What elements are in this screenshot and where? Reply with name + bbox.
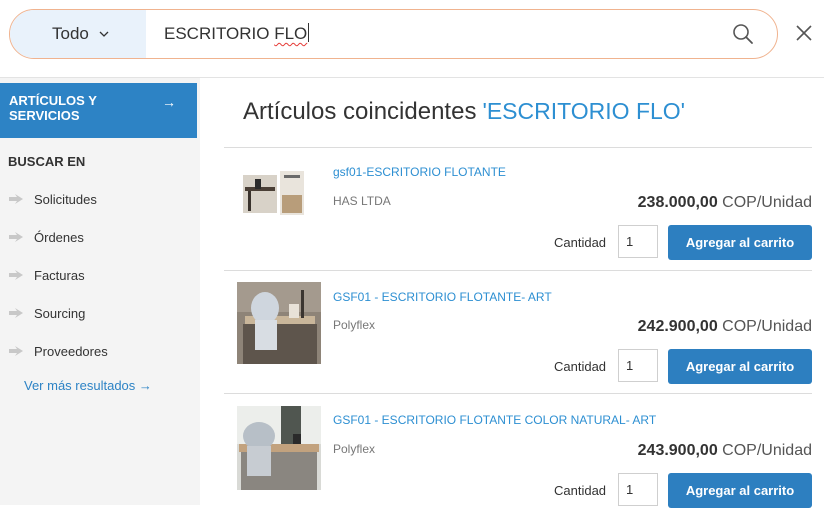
scope-label: Todo (52, 24, 89, 43)
product-price: 238.000,00 COP/Unidad (638, 194, 812, 212)
pointing-hand-icon (9, 270, 23, 280)
product-image (237, 282, 321, 364)
product-name-link[interactable]: GSF01 - ESCRITORIO FLOTANTE COLOR NATURA… (333, 413, 656, 427)
product-vendor: Polyflex (333, 318, 376, 332)
quantity-field[interactable]: 1 (618, 473, 658, 506)
quantity-label: Cantidad (554, 483, 607, 498)
product-price: 242.900,00 COP/Unidad (638, 318, 812, 336)
add-to-cart-button[interactable]: Agregar al carrito (668, 473, 812, 508)
arrow-right-icon: → (162, 94, 176, 110)
quantity-field[interactable]: 1 (618, 349, 658, 382)
pointing-hand-icon (9, 194, 23, 204)
divider (224, 270, 812, 271)
sidebar-item-label: Proveedores (34, 343, 108, 359)
product-vendor: HAS LTDA (333, 194, 391, 208)
sidebar-item-ordenes[interactable]: Órdenes (8, 227, 84, 247)
quantity-label: Cantidad (554, 359, 607, 374)
price-unit: COP/Unidad (722, 194, 812, 211)
close-icon[interactable] (795, 24, 813, 42)
sidebar-active-label: ARTÍCULOS Y SERVICIOS (9, 93, 97, 123)
sidebar-item-sourcing[interactable]: Sourcing (8, 303, 85, 323)
search-query-text: ESCRITORIO (164, 24, 275, 43)
sidebar-item-articulos-servicios[interactable]: ARTÍCULOS Y SERVICIOS → (0, 83, 197, 138)
text-caret (308, 23, 310, 42)
product-price: 243.900,00 COP/Unidad (638, 442, 812, 460)
sidebar-item-proveedores[interactable]: Proveedores (8, 341, 108, 361)
search-query-misspelled: FLO (274, 24, 308, 43)
divider (224, 147, 812, 148)
product-vendor: Polyflex (333, 442, 376, 456)
add-to-cart-button[interactable]: Agregar al carrito (668, 225, 812, 260)
price-value: 238.000,00 (637, 194, 718, 211)
pointing-hand-icon (9, 346, 23, 356)
sidebar-item-solicitudes[interactable]: Solicitudes (8, 189, 97, 209)
price-value: 243.900,00 (637, 442, 718, 459)
sidebar-item-label: Facturas (34, 267, 85, 283)
product-thumbnail[interactable] (240, 167, 306, 219)
price-unit: COP/Unidad (722, 442, 812, 459)
scope-dropdown[interactable]: Todo (10, 10, 146, 58)
product-image (237, 406, 321, 490)
product-name-link[interactable]: gsf01-ESCRITORIO FLOTANTE (333, 165, 506, 179)
search-icon[interactable] (732, 23, 754, 45)
sidebar-section-heading: BUSCAR EN (8, 154, 86, 169)
chevron-down-icon (99, 31, 109, 37)
search-bar: Todo ESCRITORIO FLO (9, 9, 778, 59)
quantity-label: Cantidad (554, 235, 607, 250)
sidebar-item-label: Órdenes (34, 229, 84, 245)
product-name-link[interactable]: GSF01 - ESCRITORIO FLOTANTE- ART (333, 290, 552, 304)
product-thumbnail[interactable] (237, 406, 321, 490)
sidebar: ARTÍCULOS Y SERVICIOS → BUSCAR EN Solici… (0, 78, 200, 505)
pointing-hand-icon (9, 232, 23, 242)
divider (224, 393, 812, 394)
sidebar-item-label: Sourcing (34, 305, 86, 321)
price-unit: COP/Unidad (722, 318, 812, 335)
more-results-link[interactable]: Ver más resultados → (24, 378, 152, 393)
sidebar-item-facturas[interactable]: Facturas (8, 265, 85, 285)
quantity-field[interactable]: 1 (618, 225, 658, 258)
product-thumbnail[interactable] (237, 282, 321, 364)
page-title-text: Artículos coincidentes (243, 98, 477, 125)
add-to-cart-button[interactable]: Agregar al carrito (668, 349, 812, 384)
sidebar-item-label: Solicitudes (34, 191, 97, 207)
price-value: 242.900,00 (637, 318, 718, 335)
search-input[interactable]: ESCRITORIO FLO (164, 10, 310, 58)
page-title: Artículos coincidentes 'ESCRITORIO FLO' (243, 98, 685, 126)
pointing-hand-icon (9, 308, 23, 318)
product-image (240, 167, 306, 219)
query-echo: 'ESCRITORIO FLO' (482, 98, 686, 124)
